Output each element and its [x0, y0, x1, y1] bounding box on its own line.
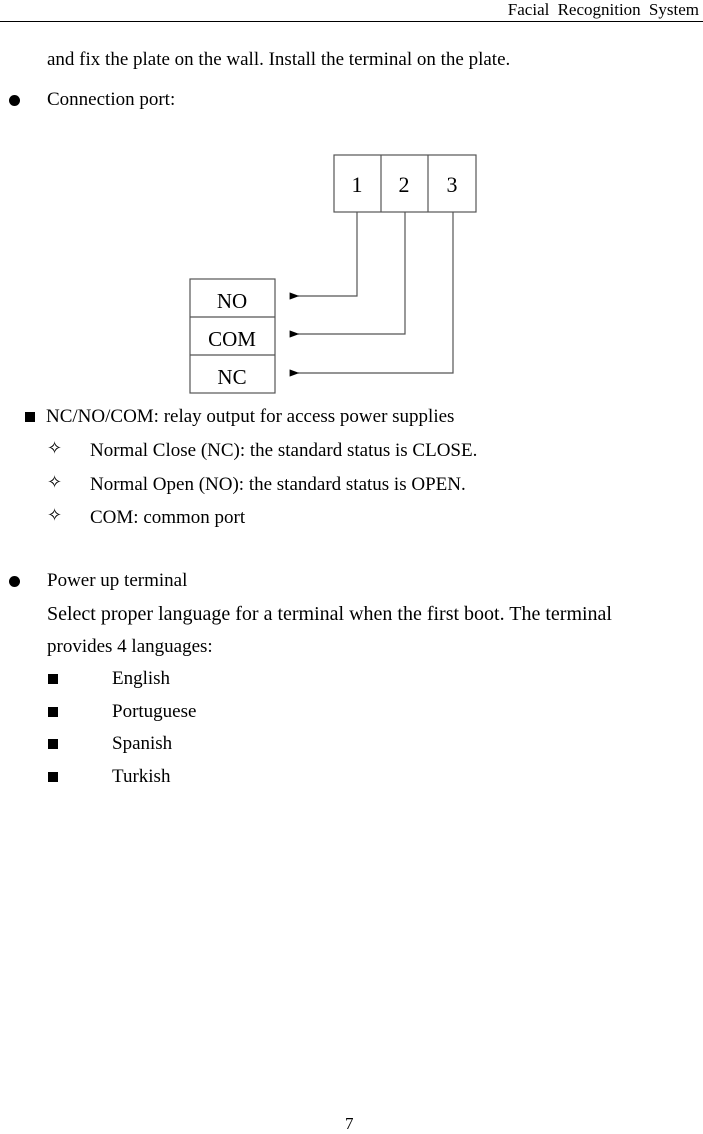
wire-3-to-nc: [289, 212, 454, 377]
diamond-bullet-icon: ✧: [47, 505, 63, 526]
page-header: Facial Recognition System: [507, 0, 699, 19]
connection-diagram: 1 2 3 NO COM NC: [180, 145, 490, 400]
power-description: Select proper language for a terminal wh…: [47, 603, 612, 625]
square-bullet-icon: [48, 772, 58, 782]
relay-port-nc: NC: [217, 365, 246, 389]
terminal-port-2: 2: [399, 172, 410, 197]
terminal-port-3: 3: [447, 172, 458, 197]
language-item: English: [112, 668, 171, 689]
square-bullet-icon: [48, 707, 58, 717]
language-item: Turkish: [112, 766, 171, 787]
square-bullet-icon: [48, 739, 58, 749]
diamond-bullet-icon: ✧: [47, 472, 63, 493]
relay-block: NO COM NC: [189, 278, 276, 394]
terminal-port-1: 1: [352, 172, 363, 197]
header-rule: [0, 21, 703, 22]
wire-1-to-no: [289, 212, 358, 300]
intro-text: and fix the plate on the wall. Install t…: [47, 49, 511, 70]
power-description-cont: provides 4 languages:: [47, 636, 213, 657]
wiring-diagram: 1 2 3 NO COM NC: [189, 154, 477, 394]
relay-port-no: NO: [217, 289, 247, 313]
relay-item: Normal Close (NC): the standard status i…: [90, 440, 478, 461]
square-bullet-icon: [25, 412, 35, 422]
relay-port-com: COM: [208, 327, 256, 351]
diamond-bullet-icon: ✧: [47, 438, 63, 459]
bullet-icon: [9, 95, 20, 106]
bullet-icon: [9, 576, 20, 587]
power-heading: Power up terminal: [47, 570, 188, 591]
page-number: 7: [345, 1114, 354, 1133]
wire-2-to-com: [289, 212, 406, 338]
language-item: Spanish: [112, 733, 173, 754]
relay-title: NC/NO/COM: relay output for access power…: [46, 406, 455, 427]
relay-item: Normal Open (NO): the standard status is…: [90, 474, 466, 495]
connection-heading: Connection port:: [47, 89, 176, 110]
square-bullet-icon: [48, 674, 58, 684]
language-item: Portuguese: [112, 701, 197, 722]
relay-item: COM: common port: [90, 507, 246, 528]
terminal-block: 1 2 3: [333, 154, 477, 213]
